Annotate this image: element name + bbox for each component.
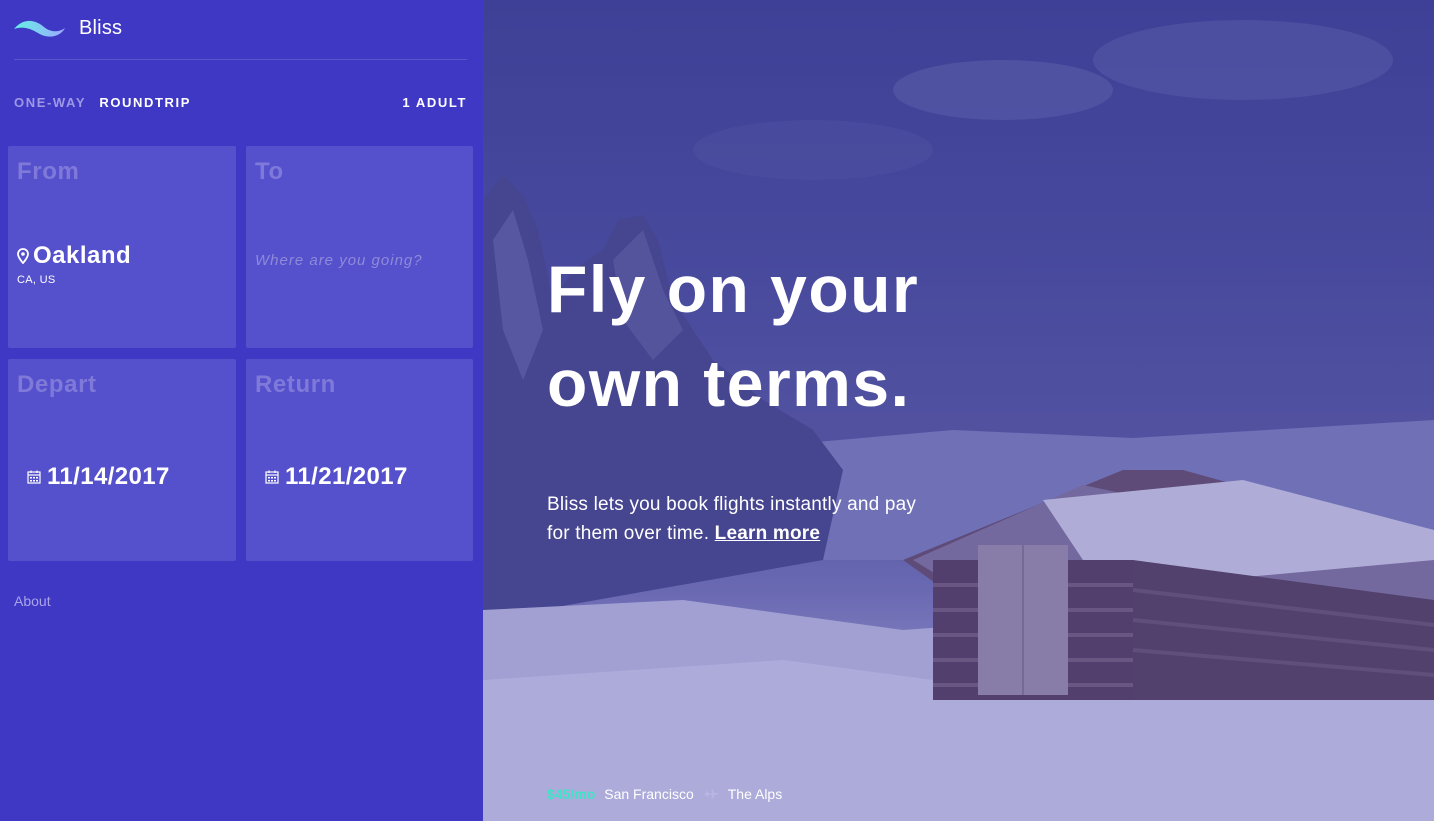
trip-type-toggle: ONE-WAY ROUNDTRIP (14, 95, 191, 110)
calendar-icon (27, 470, 41, 484)
brand-header: Bliss (14, 0, 467, 60)
from-city: Oakland (33, 242, 132, 269)
headline-line-1: Fly on your (547, 252, 920, 326)
depart-date-row: 11/14/2017 (27, 463, 170, 491)
from-field[interactable]: From Oakland CA, US (8, 146, 236, 348)
to-field[interactable]: To (246, 146, 473, 348)
deal-price: $45/mo (547, 786, 596, 802)
wave-logo-icon[interactable] (14, 18, 66, 40)
hero-section: Fly on your own terms. Bliss lets you bo… (483, 0, 1434, 821)
calendar-icon (265, 470, 279, 484)
hero-subcopy: Bliss lets you book flights instantly an… (547, 490, 927, 548)
hero-headline: Fly on your own terms. (547, 242, 1107, 430)
deal-origin: San Francisco (604, 786, 694, 802)
learn-more-link[interactable]: Learn more (715, 523, 820, 544)
featured-deal[interactable]: $45/mo San Francisco The Alps (547, 786, 782, 802)
destination-input[interactable] (255, 252, 460, 269)
passenger-selector[interactable]: 1 ADULT (402, 95, 467, 110)
one-way-option[interactable]: ONE-WAY (14, 95, 86, 110)
return-label: Return (255, 371, 336, 398)
depart-field[interactable]: Depart 11/14/2017 (8, 359, 236, 561)
brand-name: Bliss (79, 17, 123, 39)
return-date: 11/21/2017 (285, 463, 408, 490)
map-pin-icon (17, 248, 29, 264)
to-label: To (255, 158, 284, 185)
return-field[interactable]: Return 11/21/2017 (246, 359, 473, 561)
depart-date: 11/14/2017 (47, 463, 170, 490)
sidebar: Bliss ONE-WAY ROUNDTRIP 1 ADULT From Oak… (0, 0, 483, 821)
about-link[interactable]: About (14, 593, 51, 609)
deal-destination: The Alps (727, 786, 783, 802)
plane-icon (703, 789, 718, 799)
headline-line-2: own terms. (547, 346, 911, 420)
from-city-row: Oakland (17, 242, 131, 270)
roundtrip-option[interactable]: ROUNDTRIP (99, 95, 191, 110)
depart-label: Depart (17, 371, 97, 398)
from-region: CA, US (17, 274, 56, 286)
from-label: From (17, 158, 80, 185)
return-date-row: 11/21/2017 (265, 463, 408, 491)
